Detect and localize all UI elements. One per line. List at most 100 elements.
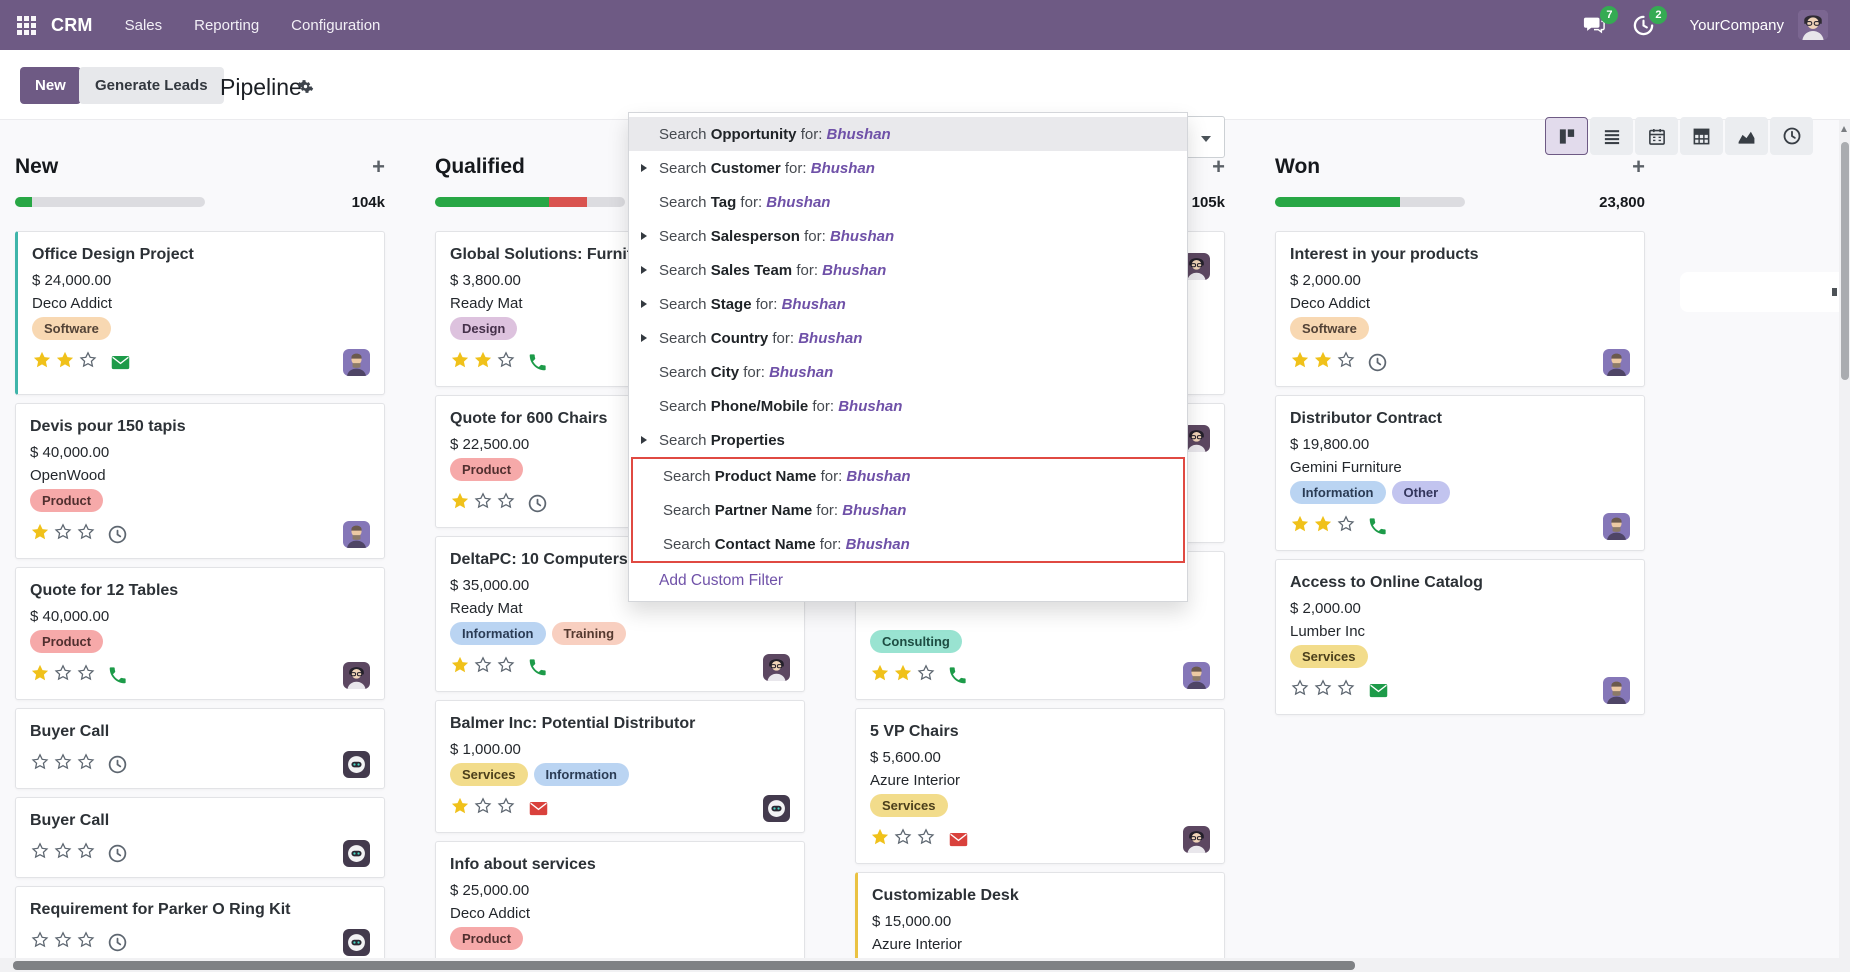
search-suggestion-tag[interactable]: Search Tag for: Bhushan [629,185,1187,219]
kanban-card[interactable]: Balmer Inc: Potential Distributor $ 1,000… [435,700,805,833]
salesperson-avatar[interactable] [1183,826,1210,853]
star-filled[interactable] [870,827,890,852]
search-suggestion-salesperson[interactable]: Search Salesperson for: Bhushan [629,219,1187,253]
star-filled[interactable] [1290,514,1310,539]
star-empty[interactable] [76,752,96,777]
generate-leads-button[interactable]: Generate Leads [79,67,224,104]
star-empty[interactable] [473,655,493,680]
salesperson-avatar[interactable] [763,795,790,822]
column-progressbar[interactable] [1275,197,1465,207]
salesperson-avatar[interactable] [343,662,370,689]
activity-phone-icon[interactable] [947,665,968,686]
add-column-input[interactable] [1680,272,1846,312]
search-suggestion-sales-team[interactable]: Search Sales Team for: Bhushan [629,253,1187,287]
kanban-card[interactable]: Buyer Call [15,797,385,878]
star-empty[interactable] [78,350,98,375]
kanban-card[interactable]: Access to Online Catalog $ 2,000.00 Lumber… [1275,559,1645,715]
star-filled[interactable] [450,796,470,821]
kanban-card[interactable]: 5 VP Chairs $ 5,600.00 Azure Interior Servi… [855,708,1225,864]
star-filled[interactable] [32,350,52,375]
search-dropdown-caret-icon[interactable] [1201,136,1211,142]
star-empty[interactable] [30,841,50,866]
activity-clock-icon[interactable] [1367,352,1388,373]
activity-clock-icon[interactable] [107,754,128,775]
star-empty[interactable] [53,841,73,866]
activity-phone-icon[interactable] [527,352,548,373]
kanban-card[interactable]: Interest in your products $ 2,000.00 Deco … [1275,231,1645,387]
kanban-card[interactable]: Buyer Call [15,708,385,789]
star-empty[interactable] [76,841,96,866]
activity-clock-icon[interactable] [107,932,128,953]
column-progressbar[interactable] [435,197,625,207]
add-card-button[interactable]: + [1212,156,1225,178]
star-filled[interactable] [870,663,890,688]
star-filled[interactable] [473,350,493,375]
activity-mail-green-icon[interactable] [1367,680,1390,701]
activity-phone-icon[interactable] [107,665,128,686]
kanban-card[interactable]: Distributor Contract $ 19,800.00 Gemini Fu… [1275,395,1645,551]
star-empty[interactable] [53,663,73,688]
salesperson-avatar[interactable] [343,751,370,778]
company-name[interactable]: YourCompany [1689,17,1784,34]
star-filled[interactable] [30,522,50,547]
view-button-calendar[interactable] [1635,117,1678,155]
view-button-list[interactable] [1590,117,1633,155]
horizontal-scrollbar[interactable] [0,958,1850,972]
top-menu-reporting[interactable]: Reporting [194,17,259,34]
star-filled[interactable] [55,350,75,375]
star-empty[interactable] [893,827,913,852]
star-filled[interactable] [30,663,50,688]
add-card-button[interactable]: + [372,156,385,178]
salesperson-avatar[interactable] [763,654,790,681]
star-empty[interactable] [1313,678,1333,703]
kanban-card[interactable]: Devis pour 150 tapis $ 40,000.00 OpenWood P… [15,403,385,559]
top-menu-sales[interactable]: Sales [125,17,163,34]
search-suggestion-contact-name[interactable]: Search Contact Name for: Bhushan [633,527,1183,561]
star-empty[interactable] [496,350,516,375]
star-filled[interactable] [893,663,913,688]
activity-clock-icon[interactable] [527,493,548,514]
search-suggestion-opportunity[interactable]: Search Opportunity for: Bhushan [629,117,1187,151]
search-suggestion-city[interactable]: Search City for: Bhushan [629,355,1187,389]
star-empty[interactable] [473,796,493,821]
salesperson-avatar[interactable] [1183,662,1210,689]
activity-phone-icon[interactable] [1367,516,1388,537]
add-card-button[interactable]: + [1632,156,1645,178]
app-name[interactable]: CRM [51,15,93,36]
star-empty[interactable] [76,522,96,547]
search-suggestion-product-name[interactable]: Search Product Name for: Bhushan [633,459,1183,493]
expand-arrow-icon[interactable] [641,232,647,240]
activity-mail-red-icon[interactable] [947,829,970,850]
search-suggestion-customer[interactable]: Search Customer for: Bhushan [629,151,1187,185]
star-empty[interactable] [30,930,50,955]
view-button-kanban[interactable] [1545,117,1588,155]
star-empty[interactable] [53,522,73,547]
activity-mail-green-icon[interactable] [109,352,132,373]
star-empty[interactable] [1336,350,1356,375]
expand-arrow-icon[interactable] [641,300,647,308]
activity-phone-icon[interactable] [527,657,548,678]
search-suggestion-stage[interactable]: Search Stage for: Bhushan [629,287,1187,321]
expand-arrow-icon[interactable] [641,436,647,444]
star-empty[interactable] [53,930,73,955]
kanban-card[interactable]: Quote for 12 Tables $ 40,000.00 Product [15,567,385,700]
star-empty[interactable] [496,655,516,680]
column-progressbar[interactable] [15,197,205,207]
star-filled[interactable] [1313,350,1333,375]
vertical-scroll-thumb[interactable] [1840,142,1849,380]
salesperson-avatar[interactable] [1603,677,1630,704]
kanban-card[interactable]: Info about services $ 25,000.00 Deco Addic… [435,841,805,958]
star-empty[interactable] [1290,678,1310,703]
activities-icon[interactable]: 2 [1632,5,1668,37]
kanban-card[interactable]: Office Design Project $ 24,000.00 Deco Add… [15,231,385,395]
kanban-card[interactable]: Customizable Desk $ 15,000.00 Azure Interi… [855,872,1225,958]
new-button[interactable]: New [20,67,81,104]
view-button-graph[interactable] [1725,117,1768,155]
salesperson-avatar[interactable] [343,349,370,376]
messages-icon[interactable]: 7 [1582,6,1619,36]
activity-mail-red-icon[interactable] [527,798,550,819]
activity-clock-icon[interactable] [107,843,128,864]
star-filled[interactable] [1290,350,1310,375]
expand-arrow-icon[interactable] [641,164,647,172]
salesperson-avatar[interactable] [1603,349,1630,376]
